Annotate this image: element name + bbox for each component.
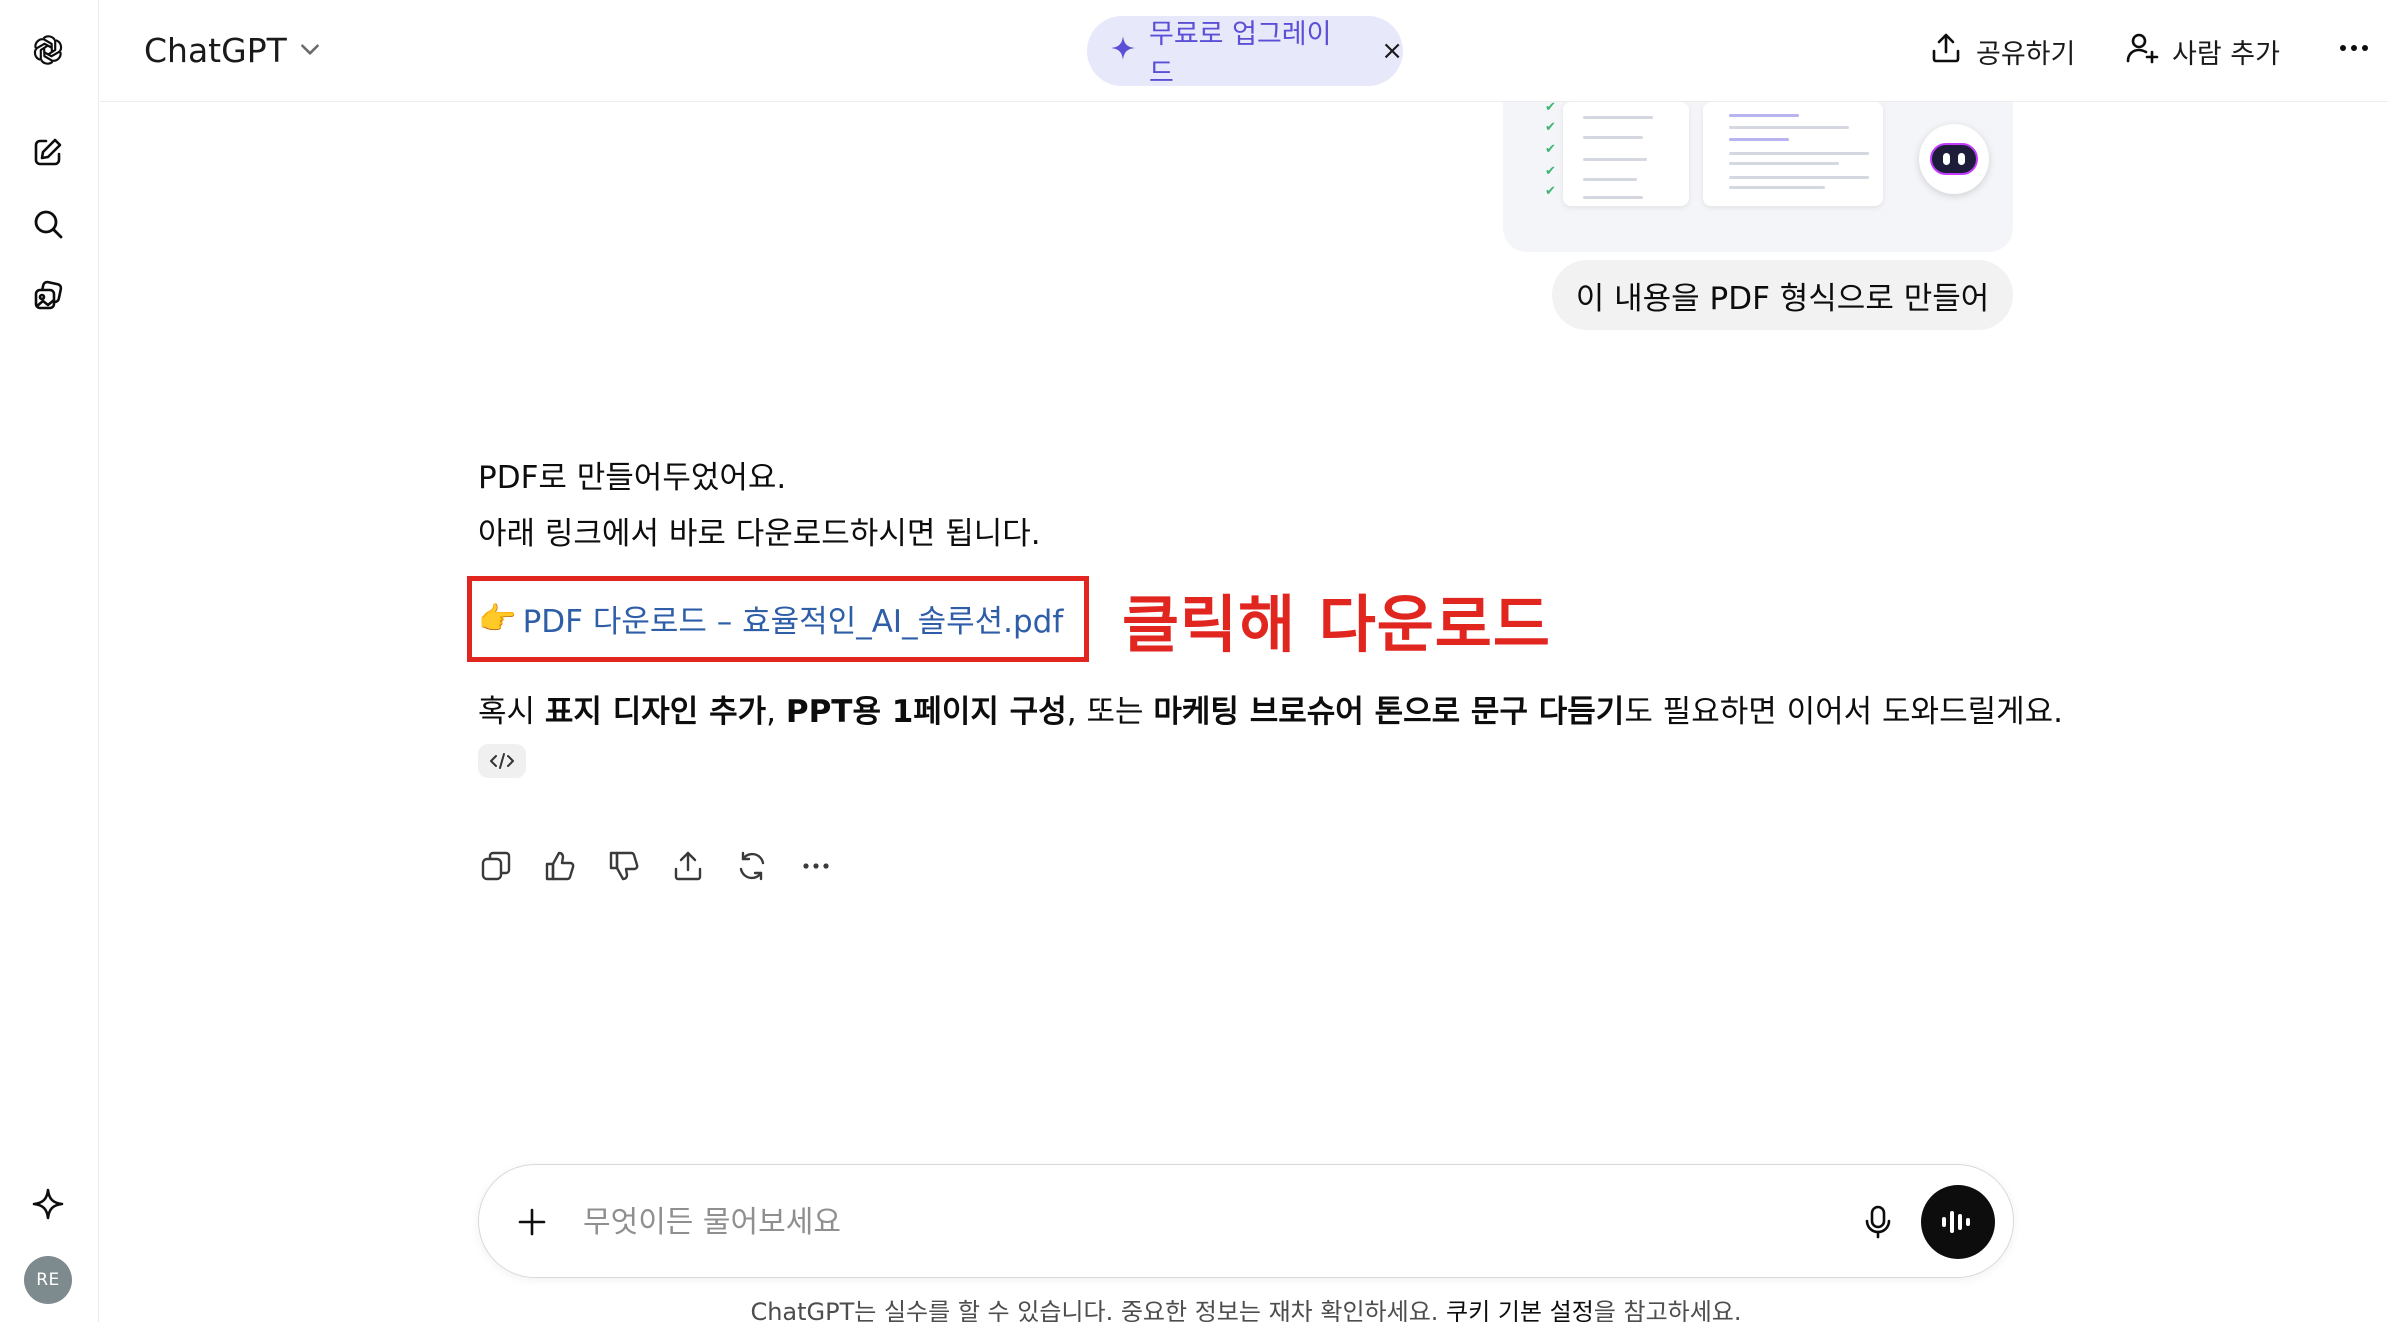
user-message-text: 이 내용을 PDF 형식으로 만들어 — [1575, 280, 1990, 317]
header: ChatGPT 무료로 업그레이드 × 공유하기 사람 추가 — [100, 0, 2388, 102]
openai-logo-icon[interactable] — [22, 24, 74, 76]
voice-waveform-icon — [1942, 1211, 1970, 1233]
thumbs-up-icon — [545, 851, 575, 881]
share-message-button[interactable] — [670, 848, 706, 884]
attached-image[interactable]: ✔ ✔ ✔ ✔ ✔ — [1503, 102, 2013, 252]
suggestion-text: 도 필요하면 이어서 도와드릴게요. — [1624, 694, 2064, 730]
model-name: ChatGPT — [144, 30, 287, 70]
more-icon — [2336, 30, 2372, 73]
more-icon — [803, 863, 829, 869]
message-actions — [478, 848, 834, 884]
assistant-suggestion: 혹시 표지 디자인 추가, PPT용 1페이지 구성, 또는 마케팅 브로슈어 … — [478, 686, 2063, 731]
pdf-download-link-text: PDF 다운로드 – 효율적인_AI_솔루션.pdf — [522, 604, 1064, 640]
disclaimer-text: ChatGPT는 실수를 할 수 있습니다. 중요한 정보는 재차 확인하세요. — [750, 1298, 1447, 1322]
refresh-icon — [739, 851, 765, 881]
upgrade-label: 무료로 업그레이드 — [1149, 19, 1332, 89]
more-actions-button[interactable] — [798, 848, 834, 884]
check-icon: ✔ — [1545, 164, 1556, 179]
suggestion-text: , 또는 — [1066, 694, 1154, 730]
check-icon: ✔ — [1545, 142, 1556, 157]
image-panel-menu — [1563, 102, 1689, 206]
library-icon[interactable] — [22, 270, 74, 322]
suggestion-bold-cover: 표지 디자인 추가 — [544, 694, 767, 730]
dictate-button[interactable] — [1853, 1197, 1903, 1247]
code-view-button[interactable] — [478, 744, 526, 778]
sparkle-icon — [1109, 34, 1137, 69]
assistant-line-2: 아래 링크에서 바로 다운로드하시면 됩니다. — [478, 516, 1041, 552]
chevron-down-icon — [297, 31, 323, 70]
assistant-line-1: PDF로 만들어두었어요. — [478, 460, 787, 496]
share-label: 공유하기 — [1976, 38, 2076, 70]
pointing-hand-icon: 👉 — [478, 601, 517, 637]
add-people-label: 사람 추가 — [2172, 38, 2280, 70]
avatar[interactable]: RE — [24, 1256, 72, 1304]
disclaimer-text: 을 참고하세요. — [1593, 1298, 1742, 1322]
suggestion-bold-ppt: PPT용 1페이지 구성 — [785, 694, 1067, 730]
chat-input[interactable] — [583, 1195, 1783, 1249]
thumbs-down-icon — [609, 851, 639, 881]
composer — [478, 1164, 2014, 1278]
microphone-icon — [1865, 1205, 1891, 1239]
add-person-icon — [2124, 30, 2160, 73]
sparkle-icon[interactable] — [22, 1178, 74, 1230]
sidebar: RE — [0, 0, 99, 1322]
attach-button[interactable] — [507, 1197, 557, 1247]
model-switcher[interactable]: ChatGPT — [136, 24, 331, 76]
disclaimer: ChatGPT는 실수를 할 수 있습니다. 중요한 정보는 재차 확인하세요.… — [478, 1292, 2014, 1322]
share-icon — [1928, 30, 1964, 73]
more-options-button[interactable] — [2336, 26, 2372, 76]
check-icon: ✔ — [1545, 184, 1556, 199]
voice-mode-button[interactable] — [1921, 1185, 1995, 1259]
add-people-button[interactable]: 사람 추가 — [2124, 26, 2280, 76]
new-chat-icon[interactable] — [22, 126, 74, 178]
suggestion-text: , — [766, 694, 786, 730]
search-icon[interactable] — [22, 198, 74, 250]
regenerate-button[interactable] — [734, 848, 770, 884]
code-icon — [490, 753, 514, 769]
user-message: 이 내용을 PDF 형식으로 만들어 — [1552, 260, 2013, 330]
check-icon: ✔ — [1545, 120, 1556, 135]
share-icon — [674, 851, 702, 881]
close-icon[interactable]: × — [1381, 36, 1403, 66]
thumbs-down-button[interactable] — [606, 848, 642, 884]
thumbs-up-button[interactable] — [542, 848, 578, 884]
copy-button[interactable] — [478, 848, 514, 884]
check-icon: ✔ — [1545, 102, 1556, 115]
upgrade-pill[interactable]: 무료로 업그레이드 × — [1087, 16, 1403, 89]
share-button[interactable]: 공유하기 — [1928, 26, 2075, 76]
pdf-download-link[interactable]: 👉 PDF 다운로드 – 효율적인_AI_솔루션.pdf — [478, 596, 1063, 641]
robot-icon — [1919, 124, 1989, 194]
suggestion-bold-brochure: 마케팅 브로슈어 톤으로 문구 다듬기 — [1153, 694, 1625, 730]
annotation-label: 클릭해 다운로드 — [1122, 588, 1551, 661]
plus-icon — [518, 1208, 546, 1236]
copy-icon — [481, 851, 511, 881]
suggestion-text: 혹시 — [478, 694, 545, 730]
cookie-settings-link[interactable]: 쿠키 기본 설정 — [1446, 1298, 1594, 1322]
image-panel-content — [1703, 102, 1883, 206]
